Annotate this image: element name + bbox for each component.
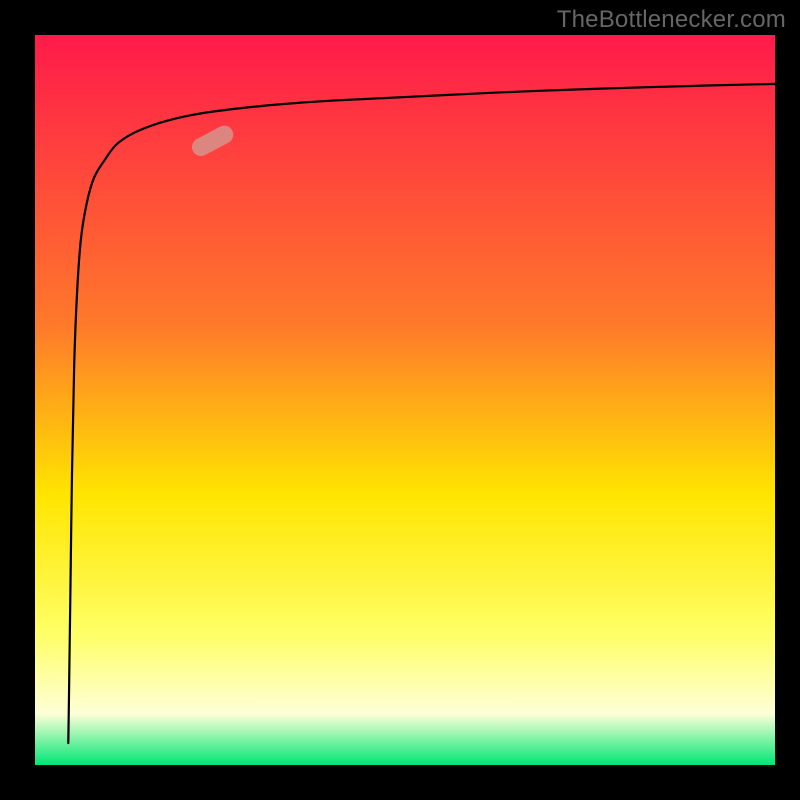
plot-area xyxy=(35,35,775,765)
chart-container: TheBottlenecker.com xyxy=(0,0,800,800)
gradient-background xyxy=(35,35,775,765)
chart-svg xyxy=(35,35,775,765)
watermark-text: TheBottlenecker.com xyxy=(557,6,786,34)
